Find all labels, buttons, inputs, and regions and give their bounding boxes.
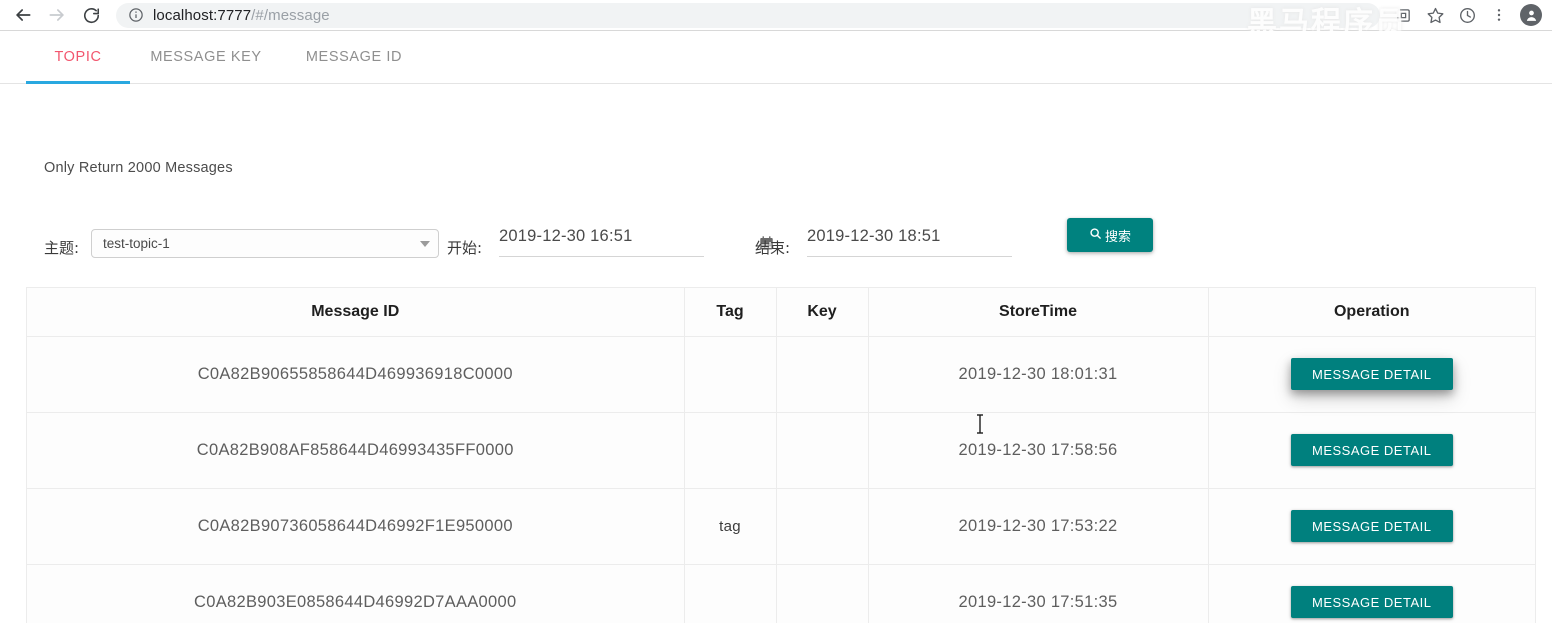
tab-message-key-label: MESSAGE KEY — [150, 49, 262, 65]
arrow-right-icon — [49, 9, 64, 21]
message-detail-button[interactable]: MESSAGE DETAIL — [1290, 510, 1453, 542]
topic-select[interactable]: test-topic-1 — [91, 229, 439, 258]
cell-tag — [684, 336, 777, 413]
tab-message-id-label: MESSAGE ID — [305, 49, 403, 65]
message-detail-button[interactable]: MESSAGE DETAIL — [1290, 434, 1453, 466]
tab-bar: TOPIC MESSAGE KEY MESSAGE ID — [0, 31, 1552, 84]
cell-tag: tag — [684, 488, 777, 565]
url-text: localhost:7777/#/message — [153, 7, 330, 24]
table-body: C0A82B90655858644D469936918C0000 2019-12… — [27, 336, 1535, 623]
table-row: C0A82B903E0858644D46992D7AAA0000 2019-12… — [27, 564, 1535, 623]
table-header-row: Message ID Tag Key StoreTime Operation — [27, 288, 1535, 337]
table-row: C0A82B908AF858644D46993435FF0000 2019-12… — [27, 412, 1535, 489]
cell-storetime: 2019-12-30 17:53:22 — [868, 488, 1209, 565]
filter-bar: 主题: test-topic-1 开始: 2019-12-30 16:51 结束… — [44, 218, 1536, 273]
cell-key — [776, 412, 869, 489]
browser-toolbar: localhost:7777/#/message 黑马程序员 — [0, 0, 1552, 41]
tab-message-id[interactable]: MESSAGE ID — [282, 31, 426, 84]
end-time-label: 结束: — [755, 239, 791, 257]
cell-tag — [684, 412, 777, 489]
url-host: localhost — [153, 6, 214, 24]
start-time-label: 开始: — [447, 239, 483, 257]
cell-key — [776, 564, 869, 623]
cell-operation: MESSAGE DETAIL — [1208, 412, 1535, 489]
tab-topic[interactable]: TOPIC — [26, 31, 130, 84]
url-port: :7777 — [213, 6, 252, 24]
magnifier-icon — [1089, 227, 1102, 244]
chevron-down-icon — [420, 240, 430, 247]
search-button[interactable]: 搜索 — [1067, 218, 1153, 252]
cell-message-id: C0A82B903E0858644D46992D7AAA0000 — [27, 564, 685, 623]
page-content: TOPIC MESSAGE KEY MESSAGE ID Only Return… — [0, 31, 1552, 623]
message-detail-button[interactable]: MESSAGE DETAIL — [1290, 358, 1453, 390]
avatar — [1520, 4, 1542, 26]
column-header-message-id: Message ID — [27, 288, 685, 337]
tab-topic-label: TOPIC — [54, 49, 102, 65]
end-time-input[interactable]: 2019-12-30 18:51 — [807, 227, 1012, 257]
topic-select-value: test-topic-1 — [103, 236, 170, 251]
tab-message-key[interactable]: MESSAGE KEY — [130, 31, 282, 84]
return-limit-notice: Only Return 2000 Messages — [44, 160, 233, 176]
cell-storetime: 2019-12-30 17:58:56 — [868, 412, 1209, 489]
cell-message-id: C0A82B90736058644D46992F1E950000 — [27, 488, 685, 565]
address-bar[interactable]: localhost:7777/#/message — [116, 2, 1380, 28]
profile-avatar-button[interactable] — [1516, 1, 1546, 29]
extension-icon[interactable] — [1388, 1, 1418, 29]
site-info-icon[interactable] — [128, 7, 144, 23]
arrow-left-icon — [16, 9, 31, 21]
cell-storetime: 2019-12-30 18:01:31 — [868, 336, 1209, 413]
bookmark-star-icon[interactable] — [1420, 1, 1450, 29]
table-row: C0A82B90655858644D469936918C0000 2019-12… — [27, 336, 1535, 413]
message-detail-button[interactable]: MESSAGE DETAIL — [1290, 586, 1453, 618]
menu-icon[interactable] — [1484, 1, 1514, 29]
start-time-input[interactable]: 2019-12-30 16:51 — [499, 227, 704, 257]
cell-key — [776, 488, 869, 565]
cell-key — [776, 336, 869, 413]
url-path: /#/message — [251, 6, 330, 24]
cell-message-id: C0A82B908AF858644D46993435FF0000 — [27, 412, 685, 489]
cell-tag — [684, 564, 777, 623]
cell-operation: MESSAGE DETAIL — [1208, 488, 1535, 565]
table-row: C0A82B90736058644D46992F1E950000 tag 201… — [27, 488, 1535, 565]
reload-icon — [83, 7, 99, 23]
back-button[interactable] — [6, 1, 40, 29]
cell-storetime: 2019-12-30 17:51:35 — [868, 564, 1209, 623]
forward-button[interactable] — [40, 1, 74, 29]
column-header-tag: Tag — [684, 288, 777, 337]
search-button-label: 搜索 — [1104, 229, 1131, 245]
tab-active-underline — [26, 80, 130, 84]
cell-operation: MESSAGE DETAIL — [1208, 564, 1535, 623]
cell-operation: MESSAGE DETAIL — [1208, 336, 1535, 413]
cell-message-id: C0A82B90655858644D469936918C0000 — [27, 336, 685, 413]
history-clock-icon[interactable] — [1452, 1, 1482, 29]
browser-action-icons — [1388, 1, 1546, 29]
column-header-storetime: StoreTime — [868, 288, 1209, 337]
topic-label: 主题: — [44, 239, 80, 257]
reload-button[interactable] — [74, 1, 108, 29]
column-header-key: Key — [776, 288, 869, 337]
messages-table: Message ID Tag Key StoreTime Operation C… — [26, 287, 1536, 623]
column-header-operation: Operation — [1208, 288, 1535, 337]
